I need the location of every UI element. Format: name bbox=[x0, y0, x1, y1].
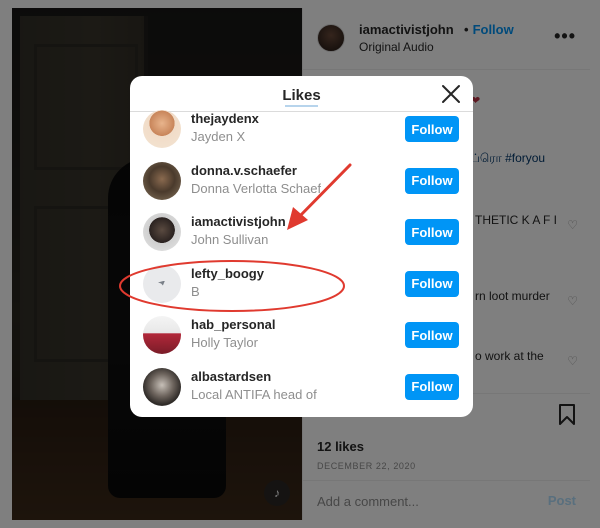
list-item: donna.v.schaefer Donna Verlotta Schaefe … bbox=[130, 154, 473, 206]
fullname: B bbox=[191, 283, 200, 299]
username[interactable]: thejaydenx bbox=[191, 111, 259, 126]
list-item: thejaydenx Jayden X Follow bbox=[130, 102, 473, 154]
list-item: iamactivistjohn John Sullivan Follow bbox=[130, 205, 473, 257]
username[interactable]: hab_personal bbox=[191, 317, 276, 332]
list-item: albastardsen Local ANTIFA head of HR Fol… bbox=[130, 360, 473, 412]
follow-button[interactable]: Follow bbox=[405, 167, 459, 194]
likes-modal: Likes thejaydenx Jayden X Follow donna.v… bbox=[130, 76, 473, 417]
fullname: Holly Taylor bbox=[191, 335, 258, 350]
avatar[interactable] bbox=[143, 264, 181, 303]
username[interactable]: iamactivistjohn bbox=[191, 214, 286, 229]
avatar[interactable] bbox=[143, 213, 181, 251]
list-item: lefty_boogy B Follow bbox=[130, 257, 473, 309]
fullname: Local ANTIFA head of HR bbox=[191, 386, 321, 402]
follow-button[interactable]: Follow bbox=[405, 270, 459, 297]
fullname: John Sullivan bbox=[191, 232, 269, 247]
list-item: hab_personal Holly Taylor Follow bbox=[130, 308, 473, 360]
fullname: Jayden X bbox=[191, 129, 246, 144]
username[interactable]: lefty_boogy bbox=[191, 266, 264, 281]
avatar[interactable] bbox=[143, 316, 181, 354]
username[interactable]: donna.v.schaefer bbox=[191, 163, 297, 178]
fullname: Donna Verlotta Schaefe bbox=[191, 180, 321, 196]
avatar[interactable] bbox=[143, 367, 181, 406]
likes-list: thejaydenx Jayden X Follow donna.v.schae… bbox=[130, 102, 473, 411]
follow-button[interactable]: Follow bbox=[405, 219, 459, 245]
follow-button[interactable]: Follow bbox=[405, 116, 459, 142]
avatar[interactable] bbox=[143, 110, 181, 148]
follow-button[interactable]: Follow bbox=[405, 373, 459, 400]
avatar[interactable] bbox=[143, 161, 181, 200]
username[interactable]: albastardsen bbox=[191, 369, 271, 384]
follow-button[interactable]: Follow bbox=[405, 322, 459, 348]
